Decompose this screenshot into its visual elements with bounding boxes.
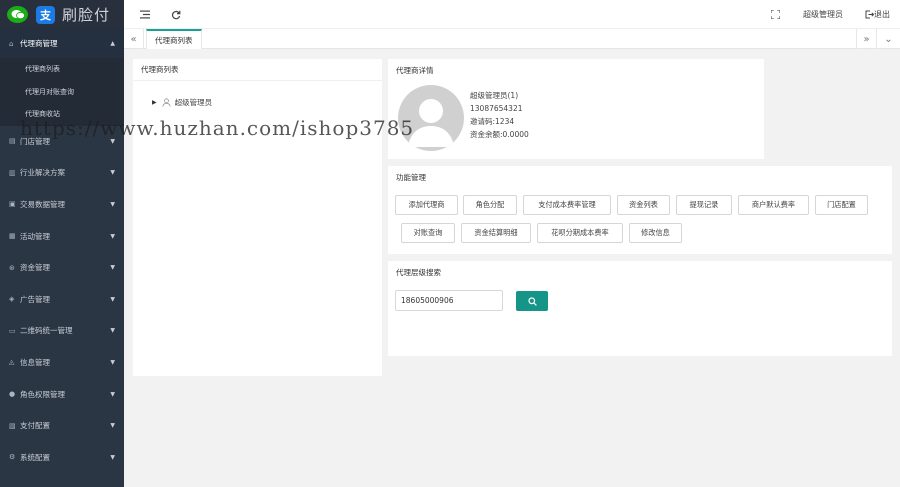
panel-title: 代理商列表 [133,59,382,81]
add-agent-button[interactable]: 添加代理商 [395,195,458,215]
sidebar-item-role[interactable]: ● 角色权限管理 ▼ [0,378,124,410]
sidebar-item-label: 资金管理 [20,263,50,273]
sidebar-item-info[interactable]: ◬ 信息管理 ▼ [0,347,124,379]
agent-invite-code: 邀请码:1234 [470,117,515,126]
chevron-down-icon: ▼ [110,232,115,240]
tree-node-root[interactable]: ▶ 超级管理员 [152,97,212,108]
sidebar-item-label: 信息管理 [20,357,50,367]
alipay-icon: 支 [36,5,55,24]
agent-tree-panel: 代理商列表 ▶ 超级管理员 [133,59,382,376]
store-icon: ▤ [9,137,16,146]
user-icon [162,98,171,107]
ad-icon: ◈ [9,295,15,304]
chevron-down-icon: ▼ [110,422,115,430]
menu-toggle-icon[interactable] [140,0,150,29]
level-search-panel: 代理层级搜索 18605000906 [388,261,892,356]
sidebar-item-label: 行业解决方案 [20,168,65,178]
sidebar-item-industry[interactable]: ▥ 行业解决方案 ▼ [0,157,124,189]
activity-icon: ▦ [9,232,16,241]
fullscreen-icon[interactable] [771,0,780,29]
sidebar-item-label: 支付配置 [20,421,50,431]
fund-settlement-detail-button[interactable]: 资金结算明细 [461,223,531,243]
logout-button[interactable]: 退出 [865,0,890,29]
users-icon: ● [9,390,16,399]
pay-config-icon: ▧ [9,421,16,430]
search-button[interactable] [516,291,548,311]
sidebar-item-agent-management[interactable]: ⌂ 代理商管理 ▲ [0,29,124,58]
chevron-down-icon: ▼ [110,327,115,335]
watermark: https://www.huzhan.com/ishop3785 [20,116,415,140]
refresh-icon[interactable] [171,0,181,29]
tab-scroll-right-icon[interactable]: » [856,29,876,49]
tab-agent-list[interactable]: 代理商列表 [146,29,202,49]
sidebar-item-ad[interactable]: ◈ 广告管理 ▼ [0,283,124,315]
sidebar-item-activity[interactable]: ▦ 活动管理 ▼ [0,220,124,252]
sidebar-item-qrcode[interactable]: ▭ 二维码统一管理 ▼ [0,315,124,347]
agent-info: 超级管理员(1) 13087654321 邀请码:1234 资金余额:0.000… [470,89,529,141]
submenu-item-monthly-reconciliation[interactable]: 代理月对账查询 [0,81,124,104]
huabei-cost-rate-button[interactable]: 花呗分期成本费率 [537,223,623,243]
bell-icon: ◬ [9,358,15,367]
chevron-down-icon: ▼ [110,200,115,208]
chevron-down-icon: ▼ [110,453,115,461]
agent-balance: 资金余额:0.0000 [470,130,529,139]
sidebar-item-label: 系统配置 [20,452,50,462]
agent-phone: 13087654321 [470,104,523,113]
chevron-down-icon: ▼ [110,390,115,398]
sidebar-item-label: 角色权限管理 [20,389,65,399]
reconciliation-button[interactable]: 对账查询 [401,223,455,243]
data-icon: ▣ [9,200,16,209]
chevron-down-icon: ▼ [110,358,115,366]
logout-icon [865,10,874,19]
store-config-button[interactable]: 门店配置 [815,195,868,215]
topbar: 超级管理员 退出 [124,0,900,29]
withdraw-record-button[interactable]: 提现记录 [676,195,732,215]
fund-icon: ⊛ [9,263,15,272]
edit-info-button[interactable]: 修改信息 [629,223,682,243]
panel-title: 代理层级搜索 [396,267,441,277]
sidebar-item-label: 代理商管理 [20,39,58,48]
chevron-down-icon: ▼ [110,264,115,272]
search-input[interactable]: 18605000906 [395,290,503,311]
sidebar-item-label: 二维码统一管理 [20,326,73,336]
tab-options-chevron-icon[interactable]: ⌄ [876,29,900,49]
chevron-down-icon: ▼ [110,295,115,303]
merchant-default-rate-button[interactable]: 商户默认费率 [738,195,809,215]
sidebar-item-pay-config[interactable]: ▧ 支付配置 ▼ [0,410,124,442]
logo: 支 刷脸付 [0,0,124,29]
panel-title: 功能管理 [396,172,426,182]
caret-right-icon: ▶ [152,99,157,106]
chevron-down-icon: ▼ [110,169,115,177]
logo-text: 刷脸付 [62,6,111,24]
sidebar-item-fund[interactable]: ⊛ 资金管理 ▼ [0,252,124,284]
sidebar-item-label: 交易数据管理 [20,199,65,209]
sidebar-item-system[interactable]: ⚙ 系统配置 ▼ [0,441,124,473]
fund-list-button[interactable]: 资金列表 [617,195,670,215]
industry-icon: ▥ [9,168,16,177]
logout-label: 退出 [874,10,890,19]
tab-bar: « 代理商列表 » ⌄ [124,29,900,49]
home-icon: ⌂ [9,39,14,48]
agent-detail-panel: 代理商详情 超级管理员(1) 13087654321 邀请码:1234 资金余额… [388,59,764,159]
settings-icon: ⚙ [9,453,16,462]
role-assign-button[interactable]: 角色分配 [463,195,517,215]
function-panel: 功能管理 添加代理商 角色分配 支付成本费率管理 资金列表 提现记录 商户默认费… [388,166,892,254]
sidebar: 支 刷脸付 ⌂ 代理商管理 ▲ 代理商列表 代理月对账查询 代理商收站 ▤ 门店管… [0,0,124,487]
sidebar-item-trade-data[interactable]: ▣ 交易数据管理 ▼ [0,189,124,221]
qrcode-icon: ▭ [9,326,16,335]
tab-scroll-left-icon[interactable]: « [124,29,144,49]
tree-node-label: 超级管理员 [174,98,213,107]
wechat-icon [7,6,28,23]
user-menu[interactable]: 超级管理员 [803,0,843,29]
panel-title: 代理商详情 [396,65,434,75]
search-icon [527,296,537,306]
pay-cost-rate-button[interactable]: 支付成本费率管理 [523,195,611,215]
sidebar-item-label: 活动管理 [20,231,50,241]
sidebar-item-label: 广告管理 [20,294,50,304]
chevron-up-icon: ▲ [110,40,115,47]
submenu-item-agent-list[interactable]: 代理商列表 [0,58,124,81]
agent-name: 超级管理员(1) [470,91,519,100]
